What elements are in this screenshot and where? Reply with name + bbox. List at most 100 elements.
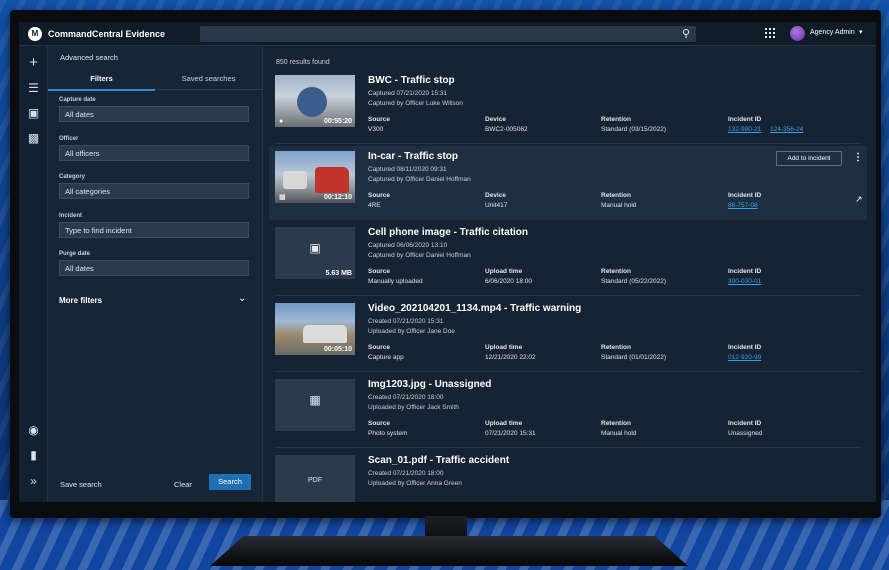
image-thumbnail[interactable]: ▦: [275, 379, 355, 431]
mouse-cursor-icon: ↗: [855, 194, 863, 204]
retention-label: Retention: [601, 268, 631, 275]
video-thumbnail[interactable]: ▩ 00:12:10: [275, 151, 355, 203]
retention-value: Manual hold: [601, 430, 637, 437]
device-value: Unit417: [485, 202, 508, 209]
image-thumbnail[interactable]: ▣ 5.63 MB: [275, 227, 355, 279]
capture-info: Created 07/21/2020 18:00: [368, 470, 444, 477]
more-options-icon[interactable]: ⋮: [853, 152, 863, 163]
upload-time-label: Upload time: [485, 268, 523, 275]
video-thumbnail[interactable]: 00:05:10: [275, 303, 355, 355]
source-label: Source: [368, 192, 391, 199]
capture-date-label: Capture date: [59, 97, 96, 103]
video-thumbnail[interactable]: ● 00:55:20: [275, 75, 355, 127]
incident-id-link[interactable]: 124-356-24: [770, 126, 803, 133]
retention-value: Standard (01/01/2022): [601, 354, 667, 361]
officer-info: Captured by Officer Daniel Hoffman: [368, 176, 471, 183]
upload-time-value: 12/21/2020 22:02: [485, 354, 536, 361]
apps-grid-icon[interactable]: [765, 28, 775, 38]
incident-id-label: Incident ID: [728, 192, 762, 199]
source-value: V300: [368, 126, 384, 133]
chevron-down-icon[interactable]: ▾: [859, 28, 863, 36]
retention-value: Standard (03/15/2022): [601, 126, 667, 133]
source-value: Manually uploaded: [368, 278, 423, 285]
upload-time-label: Upload time: [485, 420, 523, 427]
user-name[interactable]: Agency Admin: [810, 29, 855, 36]
incident-id-label: Incident ID: [728, 116, 762, 123]
purge-date-select[interactable]: All dates: [59, 260, 249, 276]
globe-icon[interactable]: ◉: [19, 423, 48, 437]
file-size: 5.63 MB: [325, 270, 352, 277]
plus-icon[interactable]: +: [19, 54, 48, 71]
result-title[interactable]: Scan_01.pdf - Traffic accident: [368, 455, 509, 466]
add-to-incident-button[interactable]: Add to incident: [776, 151, 842, 166]
upload-time-value: 07/21/2020 15:31: [485, 430, 536, 437]
result-card[interactable]: ▣ 5.63 MB Cell phone image - Traffic cit…: [269, 222, 867, 296]
search-icon[interactable]: ⚲: [682, 27, 690, 40]
result-card[interactable]: ▦ Img1203.jpg - Unassigned Created 07/21…: [269, 374, 867, 448]
device-value: BWC2-005062: [485, 126, 528, 133]
incident-id-link[interactable]: 88-757-08: [728, 202, 758, 209]
device-label: Device: [485, 192, 506, 199]
result-card[interactable]: ▩ 00:12:10 In-car - Traffic stop Capture…: [269, 146, 867, 220]
source-value: 4RE: [368, 202, 381, 209]
duration: 00:05:10: [323, 346, 352, 353]
capture-info: Captured 07/21/2020 15:31: [368, 90, 448, 97]
capture-info: Created 07/21/2020 15:31: [368, 318, 444, 325]
evidence-icon[interactable]: ☰: [19, 81, 48, 95]
monitor-icon[interactable]: ▩: [19, 131, 48, 145]
duration: 00:55:20: [323, 118, 352, 125]
result-title[interactable]: Cell phone image - Traffic citation: [368, 227, 528, 238]
chevron-down-icon[interactable]: ⌄: [238, 293, 246, 304]
result-title[interactable]: Img1203.jpg - Unassigned: [368, 379, 491, 390]
officer-info: Captured by Officer Daniel Hoffman: [368, 252, 471, 259]
source-value: Photo system: [368, 430, 408, 437]
chart-icon[interactable]: ▮: [19, 448, 48, 462]
pdf-file-icon: PDF: [308, 477, 322, 484]
upload-time-label: Upload time: [485, 344, 523, 351]
incident-id-link[interactable]: 012-920-99: [728, 354, 761, 361]
app-title: CommandCentral Evidence: [48, 28, 166, 39]
duration: 00:12:10: [323, 194, 352, 201]
retention-label: Retention: [601, 116, 631, 123]
document-thumbnail[interactable]: PDF: [275, 455, 355, 502]
incident-id-link[interactable]: 132-980-21: [728, 126, 761, 133]
incident-id-link[interactable]: 300-030-01: [728, 278, 761, 285]
unlinked-file-icon: ▦: [309, 393, 321, 407]
tab-filters[interactable]: Filters: [48, 74, 155, 83]
save-search-button[interactable]: Save search: [60, 480, 102, 489]
officer-info: Uploaded by Officer Anna Green: [368, 480, 462, 487]
result-title[interactable]: BWC - Traffic stop: [368, 75, 455, 86]
incident-id-label: Incident ID: [728, 344, 762, 351]
avatar[interactable]: [790, 26, 805, 41]
incident-id-label: Incident ID: [728, 268, 762, 275]
category-select[interactable]: All categories: [59, 183, 249, 199]
capture-date-select[interactable]: All dates: [59, 106, 249, 122]
motorola-logo-icon[interactable]: M: [28, 26, 42, 41]
incident-id-value: Unassigned: [728, 430, 763, 437]
retention-label: Retention: [601, 192, 631, 199]
source-label: Source: [368, 344, 391, 351]
officer-info: Uploaded by Officer Jane Doe: [368, 328, 455, 335]
results-count: 850 results found: [276, 59, 330, 66]
retention-value: Manual hold: [601, 202, 637, 209]
officer-select[interactable]: All officers: [59, 145, 249, 161]
retention-label: Retention: [601, 420, 631, 427]
search-button[interactable]: Search: [209, 474, 251, 490]
result-card[interactable]: PDF Scan_01.pdf - Traffic accident Creat…: [269, 450, 867, 502]
incident-label: Incident: [59, 213, 83, 219]
global-search-input[interactable]: ⚲: [200, 26, 696, 42]
retention-label: Retention: [601, 344, 631, 351]
result-card[interactable]: ● 00:55:20 BWC - Traffic stop Captured 0…: [269, 70, 867, 144]
incident-input[interactable]: Type to find incident: [59, 222, 249, 238]
purge-date-label: Purge date: [59, 251, 91, 257]
tab-saved-searches[interactable]: Saved searches: [155, 74, 262, 83]
result-title[interactable]: In-car - Traffic stop: [368, 151, 458, 162]
category-label: Category: [59, 174, 86, 180]
result-card[interactable]: 00:05:10 Video_202104201_1134.mp4 - Traf…: [269, 298, 867, 372]
expand-icon[interactable]: »: [19, 474, 48, 488]
more-filters-toggle[interactable]: More filters: [59, 296, 102, 305]
clear-button[interactable]: Clear: [174, 480, 192, 489]
capture-info: Captured 06/06/2020 13:10: [368, 242, 448, 249]
cases-icon[interactable]: ▣: [19, 106, 48, 120]
result-title[interactable]: Video_202104201_1134.mp4 - Traffic warni…: [368, 303, 581, 314]
